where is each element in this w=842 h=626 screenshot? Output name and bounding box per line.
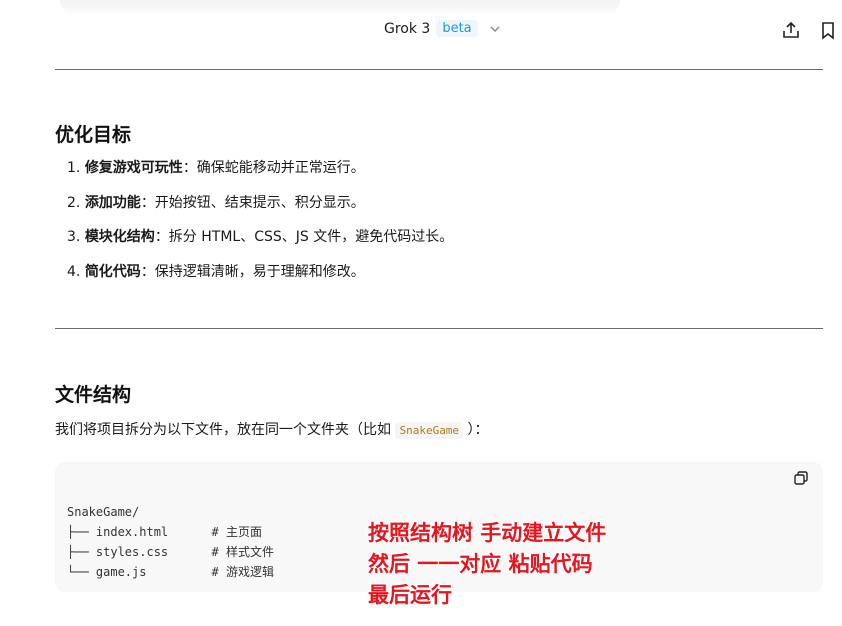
- intro-text: 我们将项目拆分为以下文件，放在同一个文件夹（比如: [55, 422, 396, 438]
- goal-desc: ：开始按钮、结束提示、积分显示。: [140, 194, 365, 211]
- goal-item: 2. 添加功能：开始按钮、结束提示、积分显示。: [55, 193, 453, 228]
- goal-title: 模块化结构: [84, 229, 155, 245]
- goal-num: 3.: [67, 229, 85, 245]
- top-fade: [60, 0, 620, 16]
- goals-heading: 优化目标: [55, 124, 132, 146]
- goal-num: 4.: [67, 263, 85, 280]
- goal-item: 1. 修复游戏可玩性：确保蛇能移动并正常运行。: [55, 158, 453, 193]
- goal-num: 2.: [67, 194, 85, 211]
- code-content: SnakeGame/ ├── index.html # 主页面 ├── styl…: [67, 502, 274, 582]
- inline-code: SnakeGame: [395, 422, 464, 439]
- annotation-line: 最后运行: [368, 583, 452, 607]
- goals-list: 1. 修复游戏可玩性：确保蛇能移动并正常运行。 2. 添加功能：开始按钮、结束提…: [55, 158, 453, 296]
- beta-badge: beta: [436, 20, 478, 37]
- bookmark-icon[interactable]: [818, 20, 838, 40]
- goal-num: 1.: [67, 160, 85, 176]
- goal-item: 3. 模块化结构：拆分 HTML、CSS、JS 文件，避免代码过长。: [55, 227, 453, 262]
- divider-top: [55, 69, 823, 70]
- structure-intro: 我们将项目拆分为以下文件，放在同一个文件夹（比如 SnakeGame ）：: [55, 419, 489, 439]
- top-bar: Grok 3 beta: [0, 0, 842, 60]
- annotation-line: 然后 一一对应 粘贴代码: [368, 552, 593, 576]
- share-icon[interactable]: [781, 20, 801, 40]
- goal-title: 修复游戏可玩性: [84, 160, 183, 176]
- code-line: └── game.js # 游戏逻辑: [67, 565, 274, 579]
- goal-desc: ：确保蛇能移动并正常运行。: [182, 160, 365, 176]
- goal-desc: ：保持逻辑清晰，易于理解和修改。: [140, 263, 365, 280]
- goal-title: 简化代码: [84, 263, 141, 280]
- model-name: Grok 3: [384, 20, 431, 37]
- copy-icon[interactable]: [793, 470, 809, 486]
- divider-middle: [55, 328, 823, 329]
- code-line: SnakeGame/: [67, 505, 140, 519]
- goal-title: 添加功能: [84, 194, 141, 211]
- code-line: ├── styles.css # 样式文件: [67, 545, 274, 559]
- intro-text-end: ）：: [463, 422, 489, 438]
- structure-heading: 文件结构: [55, 384, 132, 406]
- goal-item: 4. 简化代码：保持逻辑清晰，易于理解和修改。: [55, 262, 453, 297]
- model-selector[interactable]: Grok 3 beta: [384, 20, 502, 37]
- goal-desc: ：拆分 HTML、CSS、JS 文件，避免代码过长。: [154, 229, 454, 245]
- annotation-line: 按照结构树 手动建立文件: [368, 521, 607, 545]
- chevron-down-icon: [490, 26, 500, 32]
- annotation-overlay: 按照结构树 手动建立文件 然后 一一对应 粘贴代码 最后运行: [368, 518, 606, 611]
- code-line: ├── index.html # 主页面: [67, 525, 262, 539]
